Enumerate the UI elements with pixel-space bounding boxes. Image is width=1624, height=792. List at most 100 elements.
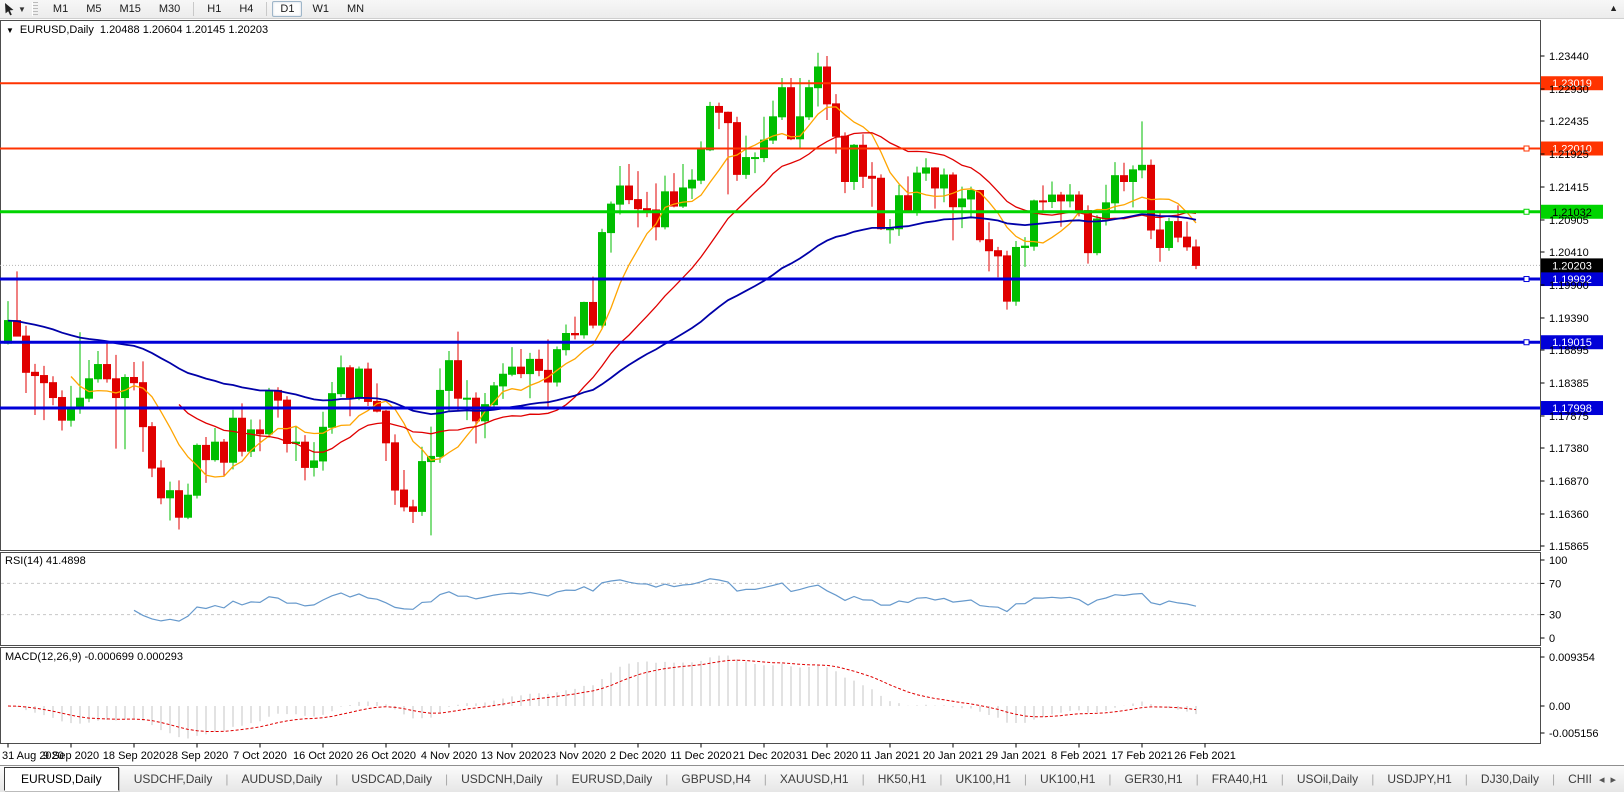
- date-label: 9 Sep 2020: [43, 750, 99, 762]
- candle-body: [158, 468, 165, 498]
- horizontal-line[interactable]: 1.19992: [0, 272, 1603, 286]
- tab-usdcnh-daily-4[interactable]: USDCNH,Daily: [448, 767, 555, 791]
- tab-audusd-daily-2[interactable]: AUDUSD,Daily: [229, 767, 336, 791]
- date-label: 11 Jan 2021: [860, 750, 920, 762]
- candle-body: [140, 383, 147, 427]
- tab-eurusd-daily-5[interactable]: EURUSD,Daily: [559, 767, 666, 791]
- candle-body: [608, 204, 615, 232]
- candle-body: [446, 361, 453, 391]
- hline-handle[interactable]: [1524, 146, 1529, 151]
- tab-eurusd-daily-0[interactable]: EURUSD,Daily: [4, 767, 119, 791]
- candle-body: [1175, 222, 1182, 238]
- tab-usdchf-daily-1[interactable]: USDCHF,Daily: [121, 767, 226, 791]
- tab-uk100-h1-10[interactable]: UK100,H1: [1027, 767, 1108, 791]
- candle-body: [536, 359, 543, 370]
- panel-frame: [1, 553, 1541, 646]
- date-axis: 31 Aug 20209 Sep 202018 Sep 202028 Sep 2…: [2, 744, 1236, 763]
- candle-body: [572, 334, 579, 335]
- timeframe-button-mn[interactable]: MN: [339, 1, 372, 17]
- chart-area[interactable]: 1.23019 1.22010 1.21032 1.19992 1.19015 1.179…: [0, 18, 1624, 765]
- candle-body: [806, 88, 813, 117]
- timeframe-button-m5[interactable]: M5: [78, 1, 109, 17]
- tabs-scroll-right-icon[interactable]: ▸: [1610, 773, 1616, 786]
- tab-hk50-h1-8[interactable]: HK50,H1: [865, 767, 940, 791]
- candle-body: [1112, 176, 1119, 203]
- horizontal-line[interactable]: 1.22010: [0, 142, 1603, 156]
- chart-canvas[interactable]: 1.23019 1.22010 1.21032 1.19992 1.19015 1.179…: [0, 18, 1624, 765]
- current-price-label: 1.20203: [1552, 260, 1592, 272]
- tabs-scroll-left-icon[interactable]: ◂: [1599, 773, 1605, 786]
- candle-body: [689, 180, 696, 188]
- timeframe-button-m30[interactable]: M30: [151, 1, 188, 17]
- crosshair-tool-button[interactable]: ▼: [0, 1, 30, 17]
- candle-body: [968, 191, 975, 199]
- tab-ger30-h1-11[interactable]: GER30,H1: [1112, 767, 1196, 791]
- candle-body: [986, 240, 993, 251]
- candle-body: [509, 367, 516, 374]
- timeframe-button-h4[interactable]: H4: [231, 1, 261, 17]
- candle-body: [527, 359, 534, 373]
- candle-body: [410, 507, 417, 512]
- rsi-axis-label: 100: [1549, 555, 1567, 567]
- hline-handle[interactable]: [1524, 209, 1529, 214]
- candle-body: [743, 158, 750, 175]
- candle-body: [545, 370, 552, 382]
- date-label: 20 Jan 2021: [923, 750, 984, 762]
- candle-body: [122, 377, 129, 397]
- candle-body: [50, 383, 57, 398]
- candle-body: [707, 106, 714, 149]
- horizontal-line[interactable]: 1.21032: [0, 205, 1603, 219]
- tab-china300-h1-16[interactable]: CHINA300,H1: [1555, 767, 1591, 791]
- horizontal-line[interactable]: 1.23019: [0, 76, 1603, 90]
- tab-dj30-daily-15[interactable]: DJ30,Daily: [1468, 767, 1552, 791]
- axis-tick-label: 1.17875: [1549, 411, 1589, 423]
- timeframe-button-m15[interactable]: M15: [111, 1, 148, 17]
- tab-xauusd-h1-7[interactable]: XAUUSD,H1: [767, 767, 862, 791]
- horizontal-line[interactable]: 1.17998: [0, 401, 1603, 415]
- hline-handle[interactable]: [1524, 277, 1529, 282]
- timeframe-button-m1[interactable]: M1: [45, 1, 76, 17]
- candle-body: [977, 191, 984, 240]
- macd-histogram: [8, 655, 1196, 738]
- axis-tick-label: 1.16360: [1549, 509, 1589, 521]
- horizontal-line[interactable]: 1.19015: [0, 335, 1603, 349]
- tab-uk100-h1-9[interactable]: UK100,H1: [943, 767, 1024, 791]
- candle-body: [104, 365, 111, 379]
- candle-body: [1040, 201, 1047, 202]
- candle-body: [932, 168, 939, 188]
- tab-usoil-daily-13[interactable]: USOil,Daily: [1284, 767, 1371, 791]
- tab-scroll-buttons: ◂ ▸: [1591, 773, 1624, 786]
- candle-body: [329, 394, 336, 428]
- axis-tick-label: 1.22435: [1549, 116, 1589, 128]
- candle-body: [32, 372, 39, 375]
- tab-fra40-h1-12[interactable]: FRA40,H1: [1199, 767, 1281, 791]
- tab-gbpusd-h4-6[interactable]: GBPUSD,H4: [668, 767, 763, 791]
- hline-handle[interactable]: [1524, 340, 1529, 345]
- tab-usdjpy-h1-14[interactable]: USDJPY,H1: [1374, 767, 1464, 791]
- timeframe-button-d1[interactable]: D1: [272, 1, 302, 17]
- toolbar-grip[interactable]: [32, 2, 38, 16]
- axis-tick-label: 1.18895: [1549, 345, 1589, 357]
- date-label: 17 Feb 2021: [1111, 750, 1173, 762]
- date-label: 8 Feb 2021: [1051, 750, 1107, 762]
- scroll-up-icon[interactable]: ▲: [1609, 3, 1618, 13]
- candle-body: [554, 350, 561, 382]
- candle-body: [113, 379, 120, 398]
- date-label: 29 Jan 2021: [986, 750, 1047, 762]
- candle-body: [851, 145, 858, 181]
- tab-usdcad-daily-3[interactable]: USDCAD,Daily: [338, 767, 445, 791]
- candle-body: [959, 199, 966, 207]
- timeframe-button-w1[interactable]: W1: [304, 1, 337, 17]
- timeframe-button-h1[interactable]: H1: [199, 1, 229, 17]
- candle-body: [1049, 195, 1056, 201]
- candle-body: [86, 379, 93, 398]
- panel-frame: [1, 648, 1541, 744]
- rsi-axis-label: 70: [1549, 578, 1561, 590]
- candle-body: [1184, 237, 1191, 247]
- symbol-dropdown-icon[interactable]: ▼: [6, 26, 14, 35]
- date-label: 7 Oct 2020: [233, 750, 287, 762]
- axis-tick-label: 1.21415: [1549, 182, 1589, 194]
- panel-frame: [1, 21, 1541, 551]
- candle-body: [302, 442, 309, 467]
- candle-body: [824, 67, 831, 104]
